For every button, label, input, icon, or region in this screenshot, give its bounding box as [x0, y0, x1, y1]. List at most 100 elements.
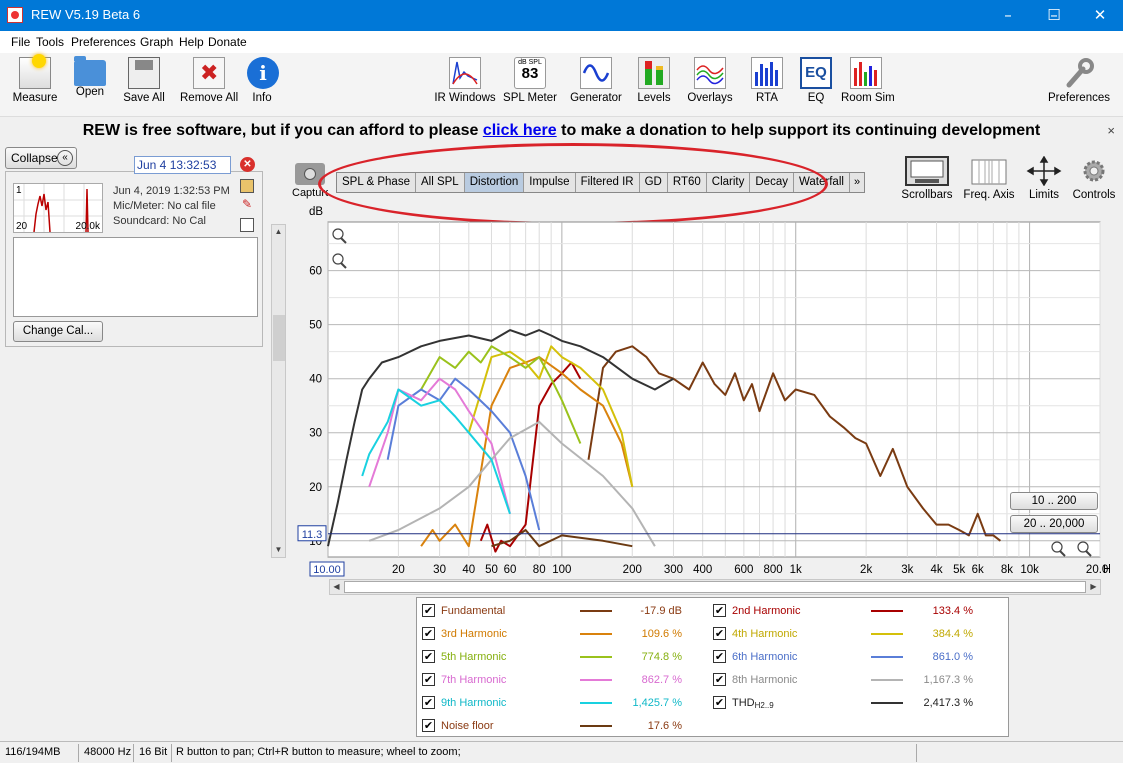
legend-item-value: 774.8 % [641, 651, 682, 663]
x-tick-label: 100 [552, 564, 571, 576]
rta-button[interactable]: RTA [751, 57, 783, 104]
range-10-200-button[interactable]: 10 .. 200 [1010, 492, 1098, 510]
x-tick-label: 2k [860, 564, 872, 576]
measure-button[interactable]: Measure [12, 54, 58, 104]
horizontal-scroll-thumb[interactable] [344, 581, 1086, 593]
legend-item: ✔ 6th Harmonic 861.0 % [713, 647, 993, 665]
legend-swatch [580, 633, 612, 635]
legend-item-value: -17.9 dB [640, 605, 682, 617]
thumb-max-label: 20.0k [75, 221, 100, 232]
overlays-button[interactable]: Overlays [687, 57, 733, 104]
legend-item-value: 861.0 % [932, 651, 973, 663]
legend-item: ✔ 8th Harmonic 1,167.3 % [713, 670, 993, 688]
legend-checkbox[interactable]: ✔ [422, 604, 435, 617]
donation-banner: REW is free software, but if you can aff… [0, 118, 1123, 144]
legend-item-name: 2nd Harmonic [732, 605, 801, 617]
measurement-thumbnail[interactable]: 1 20 20.0k [13, 183, 103, 233]
legend-item-name: Fundamental [441, 605, 506, 617]
scroll-left-icon[interactable]: ◀ [330, 580, 343, 594]
legend-checkbox[interactable]: ✔ [422, 696, 435, 709]
room-sim-button[interactable]: Room Sim [841, 57, 895, 104]
legend-swatch [580, 725, 612, 727]
open-button[interactable]: Open [72, 56, 108, 98]
remove-measurement-icon[interactable]: ✕ [240, 157, 255, 172]
info-label: Info [252, 92, 272, 104]
generator-button[interactable]: Generator [570, 57, 622, 104]
legend-item: ✔ 2nd Harmonic 133.4 % [713, 601, 993, 619]
legend-item: ✔ 4th Harmonic 384.4 % [713, 624, 993, 642]
plot-area [327, 221, 1101, 558]
measurement-name-field[interactable]: Jun 4 13:32:53 [134, 156, 231, 174]
y-tick-label: 20 [309, 482, 322, 494]
change-cal-button[interactable]: Change Cal... [13, 321, 103, 342]
spl-meter-button[interactable]: dB SPL 83 SPL Meter [503, 57, 557, 104]
legend-item-name: THDH2..9 [732, 697, 774, 710]
legend-checkbox[interactable]: ✔ [422, 650, 435, 663]
minimize-button-2[interactable]: – [985, 0, 1031, 31]
legend-item-name: 3rd Harmonic [441, 628, 508, 640]
range-20-20000-button[interactable]: 20 .. 20,000 [1010, 515, 1098, 533]
legend-checkbox[interactable]: ✔ [713, 604, 726, 617]
menu-graph[interactable]: Graph [140, 35, 173, 49]
notes-textarea[interactable] [13, 237, 258, 317]
legend-swatch [871, 679, 903, 681]
x-tick-label: 3k [901, 564, 913, 576]
legend-checkbox[interactable]: ✔ [713, 673, 726, 686]
x-tick-label: 200 [623, 564, 642, 576]
notes-icon[interactable] [240, 218, 254, 232]
legend-checkbox[interactable]: ✔ [713, 627, 726, 640]
scroll-thumb[interactable] [273, 315, 285, 361]
menu-preferences[interactable]: Preferences [71, 35, 136, 49]
menu-file[interactable]: File [11, 35, 30, 49]
donation-link[interactable]: click here [483, 122, 557, 139]
levels-button[interactable]: Levels [636, 57, 672, 104]
tabs-more-icon[interactable]: » [850, 173, 864, 192]
remove-icon [193, 57, 225, 89]
scroll-up-icon[interactable]: ▲ [272, 225, 285, 239]
freq-axis-button[interactable]: Freq. Axis [960, 156, 1018, 201]
scroll-down-icon[interactable]: ▼ [272, 543, 285, 557]
ir-windows-button[interactable]: IR Windows [434, 57, 496, 104]
maximize-button[interactable]: ☐ [1031, 0, 1077, 31]
ir-windows-icon [449, 57, 481, 89]
close-window-button[interactable]: ✕ [1077, 0, 1123, 31]
legend-swatch [871, 633, 903, 635]
pen-icon[interactable]: ✎ [240, 197, 254, 211]
vertical-scrollbar[interactable]: ▲ ▼ [271, 224, 286, 558]
soundcard-info: Soundcard: No Cal [113, 215, 206, 227]
legend-checkbox[interactable]: ✔ [422, 627, 435, 640]
collapse-label: Collapse [11, 151, 58, 165]
horizontal-scrollbar[interactable]: ◀ ▶ [329, 579, 1101, 595]
legend-checkbox[interactable]: ✔ [713, 650, 726, 663]
x-start-label: 10.00 [313, 564, 341, 576]
preferences-button[interactable]: Preferences [1047, 57, 1111, 104]
banner-close-icon[interactable]: × [1107, 123, 1115, 138]
distortion-graph[interactable]: 10203040506020 30 40 50 60 80 100 200 300 400 600 8… [290, 215, 1110, 580]
x-tick-label: 8k [1001, 564, 1013, 576]
rta-label: RTA [756, 92, 778, 104]
collapse-button[interactable]: Collapse « [5, 147, 77, 169]
menu-help[interactable]: Help [179, 35, 204, 49]
spl-meter-label: SPL Meter [503, 92, 557, 104]
edit-icon[interactable] [240, 179, 254, 193]
menu-tools[interactable]: Tools [36, 35, 64, 49]
legend-checkbox[interactable]: ✔ [713, 696, 726, 709]
eq-button[interactable]: EQ EQ [800, 57, 832, 104]
legend-checkbox[interactable]: ✔ [422, 673, 435, 686]
folder-icon [74, 56, 106, 86]
remove-all-button[interactable]: Remove All [180, 57, 238, 104]
scrollbars-button[interactable]: Scrollbars [900, 156, 954, 201]
info-button[interactable]: i Info [247, 57, 279, 104]
legend-item: ✔ 9th Harmonic 1,425.7 % [422, 693, 702, 711]
legend-item-name: 7th Harmonic [441, 674, 507, 686]
y-tick-label: 40 [309, 374, 322, 386]
save-all-button[interactable]: Save All [121, 57, 167, 104]
x-tick-label: 10k [1020, 564, 1039, 576]
scroll-right-icon[interactable]: ▶ [1087, 580, 1100, 594]
limits-button[interactable]: Limits [1026, 155, 1062, 201]
legend-checkbox[interactable]: ✔ [422, 719, 435, 732]
menu-donate[interactable]: Donate [208, 35, 247, 49]
x-tick-label: 1k [790, 564, 802, 576]
controls-button[interactable]: Controls [1072, 156, 1116, 201]
scrollbars-label: Scrollbars [901, 189, 953, 201]
